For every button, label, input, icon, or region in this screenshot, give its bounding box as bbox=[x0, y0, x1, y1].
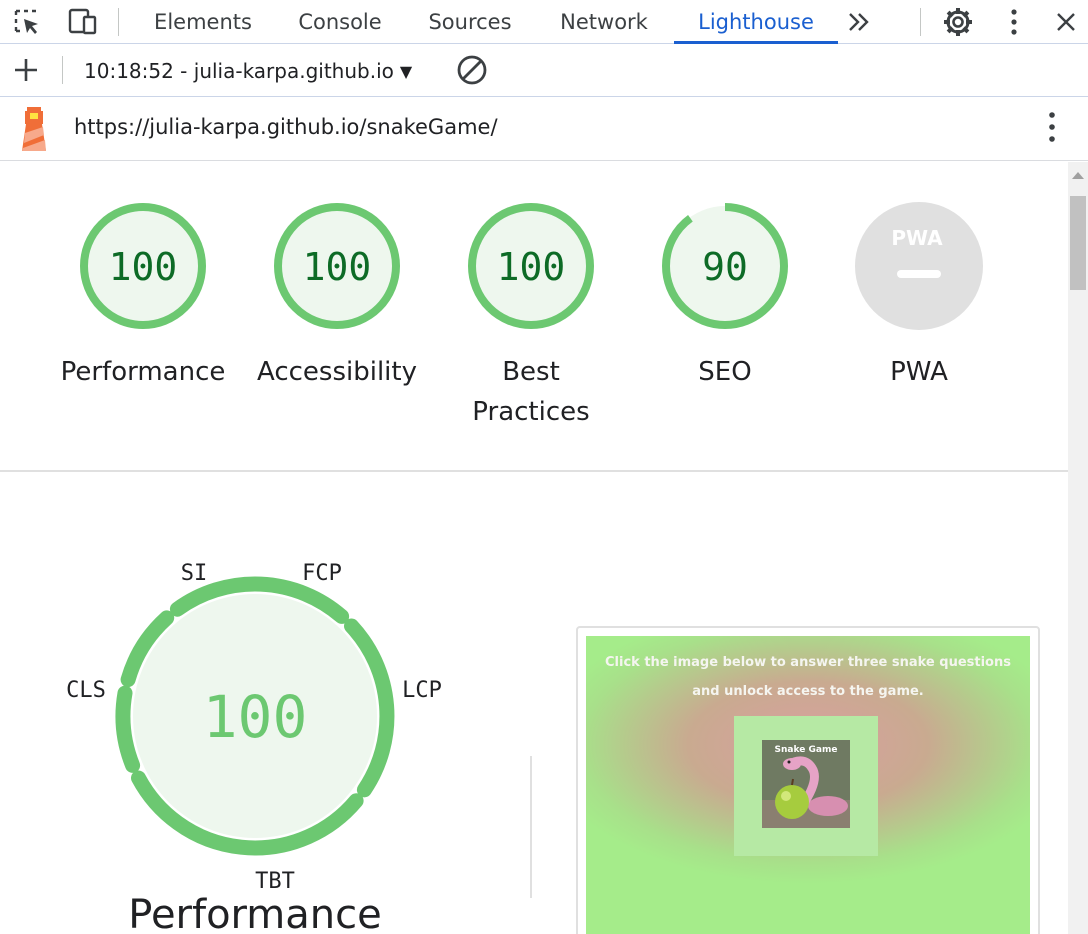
metric-arc-si bbox=[115, 685, 141, 773]
metric-label-cls[interactable]: CLS bbox=[66, 678, 106, 703]
more-tabs-icon[interactable] bbox=[842, 2, 876, 42]
tab-network[interactable]: Network bbox=[538, 0, 670, 44]
dropdown-caret-icon: ▼ bbox=[399, 61, 413, 81]
score-value: 100 bbox=[497, 245, 566, 289]
device-toolbar-icon[interactable] bbox=[62, 2, 102, 42]
report-url-bar: https://julia-karpa.github.io/snakeGame/ bbox=[0, 97, 1088, 161]
scroll-thumb[interactable] bbox=[1070, 196, 1086, 290]
snake-game-title: Snake Game bbox=[774, 745, 838, 755]
toolbar-separator bbox=[118, 8, 119, 36]
gauge-pwa[interactable]: PWA PWA bbox=[821, 200, 1017, 392]
tab-lighthouse[interactable]: Lighthouse bbox=[674, 0, 838, 44]
tab-sources[interactable]: Sources bbox=[406, 0, 534, 44]
screenshot-banner-text: Click the image below to answer three sn… bbox=[605, 655, 1011, 699]
gauge-best-practices[interactable]: 100 Best Practices bbox=[433, 200, 629, 432]
score-value: 90 bbox=[702, 245, 748, 289]
toolbar-separator bbox=[62, 56, 63, 84]
section-divider bbox=[0, 470, 1068, 472]
score-value: 100 bbox=[303, 245, 372, 289]
score-ring: 100 bbox=[274, 203, 400, 329]
metric-label-fcp[interactable]: FCP bbox=[302, 561, 342, 586]
settings-gear-icon[interactable] bbox=[938, 2, 978, 42]
pwa-badge-icon: PWA bbox=[855, 202, 983, 330]
score-value: 100 bbox=[109, 245, 178, 289]
final-screenshot[interactable]: Click the image below to answer three sn… bbox=[576, 626, 1040, 934]
category-label: SEO bbox=[698, 357, 752, 387]
gauge-seo[interactable]: 90 SEO bbox=[627, 200, 823, 392]
report-select-label: 10:18:52 - julia-karpa.github.io bbox=[84, 59, 394, 83]
score-ring: 100 bbox=[80, 203, 206, 329]
lighthouse-logo-icon bbox=[16, 105, 52, 153]
add-icon[interactable] bbox=[8, 50, 44, 90]
pwa-badge-text: PWA bbox=[891, 226, 943, 250]
screenshot-image: Click the image below to answer three sn… bbox=[586, 636, 1030, 934]
tab-console[interactable]: Console bbox=[278, 0, 402, 44]
close-icon[interactable] bbox=[1048, 2, 1084, 42]
performance-metrics-gauge: 100 SI FCP LCP TBT CLS bbox=[60, 540, 460, 934]
report-url[interactable]: https://julia-karpa.github.io/snakeGame/ bbox=[74, 115, 498, 139]
screenshot-card: Snake Game bbox=[734, 716, 878, 856]
category-label: Accessibility bbox=[257, 357, 417, 387]
report-select[interactable]: 10:18:52 - julia-karpa.github.io ▼ bbox=[84, 56, 412, 86]
scroll-up-arrow-icon[interactable] bbox=[1072, 172, 1084, 179]
metric-label-lcp[interactable]: LCP bbox=[402, 678, 442, 703]
gauge-accessibility[interactable]: 100 Accessibility bbox=[239, 200, 435, 392]
vertical-separator bbox=[530, 756, 532, 898]
performance-score: 100 bbox=[203, 683, 308, 751]
lighthouse-toolbar: 10:18:52 - julia-karpa.github.io ▼ bbox=[0, 44, 1088, 97]
category-label: PWA bbox=[890, 357, 948, 387]
more-options-icon[interactable] bbox=[996, 2, 1032, 42]
toolbar-separator bbox=[920, 8, 921, 36]
metric-label-tbt[interactable]: TBT bbox=[255, 869, 295, 894]
clear-icon[interactable] bbox=[452, 50, 492, 90]
snake-apple-image: Snake Game bbox=[762, 740, 850, 828]
tab-elements[interactable]: Elements bbox=[132, 0, 274, 44]
category-label: Best Practices bbox=[472, 357, 590, 427]
category-label: Performance bbox=[60, 357, 226, 387]
score-ring: 100 bbox=[468, 203, 594, 329]
metric-label-si[interactable]: SI bbox=[181, 561, 208, 586]
inspect-element-icon[interactable] bbox=[8, 2, 46, 42]
kebab-menu-icon[interactable] bbox=[1034, 107, 1070, 147]
gauge-performance[interactable]: 100 Performance bbox=[45, 200, 241, 392]
vertical-scrollbar[interactable] bbox=[1068, 162, 1088, 934]
devtools-tab-bar: Elements Console Sources Network Lightho… bbox=[0, 0, 1088, 44]
score-ring: 90 bbox=[662, 203, 788, 329]
performance-title: Performance bbox=[128, 892, 382, 934]
